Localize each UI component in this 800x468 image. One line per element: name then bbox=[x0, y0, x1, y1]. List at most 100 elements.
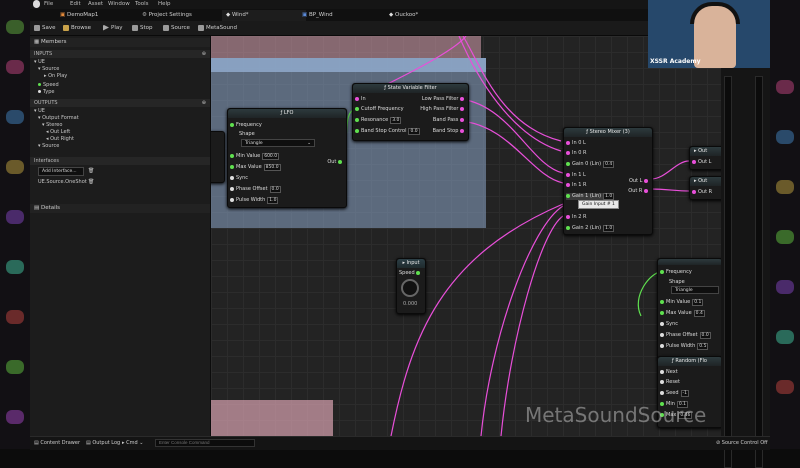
svf-lowpass-pin[interactable]: Low Pass Filter bbox=[422, 96, 466, 102]
wire-svf-lp-to-mixer bbox=[462, 36, 562, 142]
ue-logo-icon bbox=[33, 0, 40, 8]
lfo-out-pin[interactable]: Out bbox=[327, 159, 344, 165]
wire-mixer-outl bbox=[650, 160, 690, 180]
play-button[interactable]: Play bbox=[103, 23, 122, 33]
mixer-in1r-pin[interactable]: In 1 R bbox=[566, 182, 586, 188]
stop-button[interactable]: Stop bbox=[132, 23, 153, 33]
save-button[interactable]: Save bbox=[34, 23, 56, 33]
tab-demomap1[interactable]: ▣ DemoMap1 bbox=[56, 10, 102, 21]
lfo-min-value-pin[interactable]: Min Value 600.0 bbox=[230, 153, 280, 160]
input-speed-node[interactable]: ▸ Input Speed 0.000 bbox=[396, 258, 426, 314]
lfo2-min-value-pin[interactable]: Min Value 0.1 bbox=[660, 299, 704, 306]
speed-knob[interactable] bbox=[401, 279, 419, 297]
lfo-max-value-pin[interactable]: Max Value 850.0 bbox=[230, 164, 281, 171]
outputs-section[interactable]: OUTPUTS ⊕ bbox=[30, 99, 210, 107]
mixer-in1l-pin[interactable]: In 1 L bbox=[566, 172, 586, 178]
output-left-pin[interactable]: Out L bbox=[692, 159, 711, 165]
add-input-icon[interactable]: ⊕ bbox=[202, 50, 206, 58]
lfo2-max-value-pin[interactable]: Max Value 0.4 bbox=[660, 310, 705, 317]
lfo-shape-dropdown[interactable]: Triangle ⌄ bbox=[241, 139, 315, 147]
browse-button[interactable]: Browse bbox=[63, 23, 91, 33]
lfo2-shape-dropdown[interactable]: Triangle bbox=[671, 286, 719, 294]
menu-file[interactable]: File bbox=[44, 1, 53, 7]
mixer-outr-pin[interactable]: Out R bbox=[628, 188, 650, 194]
menu-help[interactable]: Help bbox=[158, 1, 171, 7]
random-seed-pin[interactable]: Seed -1 bbox=[660, 390, 689, 397]
svf-cutoff-pin[interactable]: Cutoff Frequency bbox=[355, 106, 404, 112]
webcam-overlay: XSSR Academy bbox=[648, 0, 770, 68]
mixer-gain2-pin[interactable]: Gain 2 (Lin) 1.0 bbox=[566, 225, 615, 232]
add-interface-dropdown[interactable]: Add Interface... bbox=[38, 167, 84, 176]
output-node-left[interactable]: ▸ Out Out L bbox=[689, 146, 721, 170]
output-item-stereo[interactable]: ▾ Stereo bbox=[42, 122, 62, 129]
svf-bandpass-pin[interactable]: Band Pass bbox=[433, 117, 466, 123]
tab-wind[interactable]: ◆ Wind* bbox=[222, 10, 306, 21]
metasound-button[interactable]: MetaSound bbox=[198, 23, 237, 33]
map-icon: ▣ bbox=[60, 12, 67, 18]
lfo2-pulse-width-pin[interactable]: Pulse Width 0.5 bbox=[660, 343, 709, 350]
svf-bandstop-control-pin[interactable]: Band Stop Control 0.0 bbox=[355, 128, 420, 135]
svf-highpass-pin[interactable]: High Pass Filter bbox=[420, 106, 466, 112]
lfo-frequency-pin[interactable]: Frequency bbox=[230, 122, 262, 128]
tab-project-settings[interactable]: ⚙ Project Settings bbox=[138, 10, 196, 21]
output-item-outright[interactable]: ◂ Out Right bbox=[46, 136, 74, 143]
output-item-ue[interactable]: ▾ UE bbox=[34, 108, 45, 115]
mixer-in0r-pin[interactable]: In 0 R bbox=[566, 150, 586, 156]
source-button[interactable]: Source bbox=[163, 23, 190, 33]
tab-bp-wind[interactable]: ▣ BP_Wind bbox=[298, 10, 337, 21]
svf-resonance-pin[interactable]: Resonance 3.0 bbox=[355, 117, 402, 124]
input-speed-pin[interactable]: Speed bbox=[399, 270, 422, 276]
partial-node-left[interactable] bbox=[211, 131, 225, 183]
lfo2-sync-pin[interactable]: Sync bbox=[660, 321, 678, 327]
console-command-input[interactable] bbox=[155, 439, 255, 447]
lfo-shape-label: Shape bbox=[239, 131, 255, 137]
delete-interface-icon[interactable]: 🗑 bbox=[88, 168, 94, 175]
lfo2-shape-label: Shape bbox=[669, 279, 685, 285]
lfo2-frequency-pin[interactable]: Frequency bbox=[660, 269, 692, 275]
lfo-pulse-width-pin[interactable]: Pulse Width 1.0 bbox=[230, 197, 279, 204]
lfo-node[interactable]: ƒ LFO Frequency Shape Triangle ⌄ Min Valu… bbox=[227, 108, 347, 208]
lfo-sync-pin[interactable]: Sync bbox=[230, 175, 248, 181]
input-item-onplay[interactable]: ▸ On Play bbox=[44, 73, 67, 80]
output-item-format[interactable]: ▾ Output Format bbox=[38, 115, 79, 122]
mixer-gain0-pin[interactable]: Gain 0 (Lin) 0.4 bbox=[566, 161, 615, 168]
output-right-pin[interactable]: Out R bbox=[692, 189, 712, 195]
svf-node-title: State Variable Filter bbox=[387, 85, 437, 91]
lfo2-node[interactable]: Frequency Shape Triangle Min Value 0.1 Ma… bbox=[657, 258, 721, 360]
mixer-outl-pin[interactable]: Out L bbox=[629, 178, 650, 184]
lfo-phase-offset-pin[interactable]: Phase Offset 0.0 bbox=[230, 186, 281, 193]
random-reset-pin[interactable]: Reset bbox=[660, 379, 680, 385]
input-item-ue[interactable]: ▾ UE bbox=[34, 59, 45, 66]
delete-interface-item-icon[interactable]: 🗑 bbox=[88, 179, 94, 186]
content-drawer-button[interactable]: ▤ Content Drawer bbox=[34, 439, 80, 448]
source-control-button[interactable]: ⊘ Source Control Off bbox=[716, 439, 768, 448]
graph-canvas[interactable]: ƒ LFO Frequency Shape Triangle ⌄ Min Valu… bbox=[211, 36, 721, 436]
mixer-in0l-pin[interactable]: In 0 L bbox=[566, 140, 586, 146]
interfaces-section[interactable]: Interfaces bbox=[30, 157, 210, 165]
input-item-speed[interactable]: Speed bbox=[38, 82, 59, 89]
output-item-source[interactable]: ▾ Source bbox=[38, 143, 59, 150]
cmd-dropdown[interactable]: ▸ Cmd ⌄ bbox=[122, 439, 143, 448]
tab-ouckoo[interactable]: ◆ Ouckoo* bbox=[385, 10, 422, 21]
svf-in-pin[interactable]: In bbox=[355, 96, 366, 102]
inputs-section[interactable]: INPUTS ⊕ bbox=[30, 50, 210, 58]
mixer-in2r-pin[interactable]: In 2 R bbox=[566, 214, 586, 220]
output-log-button[interactable]: ▤ Output Log bbox=[86, 439, 120, 448]
output-item-outleft[interactable]: ◂ Out Left bbox=[46, 129, 70, 136]
input-item-source[interactable]: ▾ Source bbox=[38, 66, 59, 73]
blueprint-icon: ▣ bbox=[302, 12, 309, 18]
mixer-gain1-pin[interactable]: Gain 1 (Lin) 1.0 bbox=[566, 193, 615, 200]
state-variable-filter-node[interactable]: ƒ State Variable Filter In Cutoff Freque… bbox=[352, 83, 469, 141]
random-next-pin[interactable]: Next bbox=[660, 369, 678, 375]
svf-bandstop-pin[interactable]: Band Stop bbox=[433, 128, 466, 134]
menu-tools[interactable]: Tools bbox=[135, 1, 149, 7]
add-output-icon[interactable]: ⊕ bbox=[202, 99, 206, 107]
input-item-type[interactable]: Type bbox=[38, 89, 54, 96]
speed-knob-value: 0.000 bbox=[403, 301, 418, 307]
output-node-right[interactable]: ▸ Out Out R bbox=[689, 176, 721, 200]
menu-window[interactable]: Window bbox=[108, 1, 130, 7]
stereo-mixer-node[interactable]: ƒ Stereo Mixer (3) In 0 L In 0 R Gain 0 … bbox=[563, 127, 653, 235]
lfo2-phase-offset-pin[interactable]: Phase Offset 0.0 bbox=[660, 332, 711, 339]
menu-edit[interactable]: Edit bbox=[70, 1, 81, 7]
menu-asset[interactable]: Asset bbox=[88, 1, 103, 7]
